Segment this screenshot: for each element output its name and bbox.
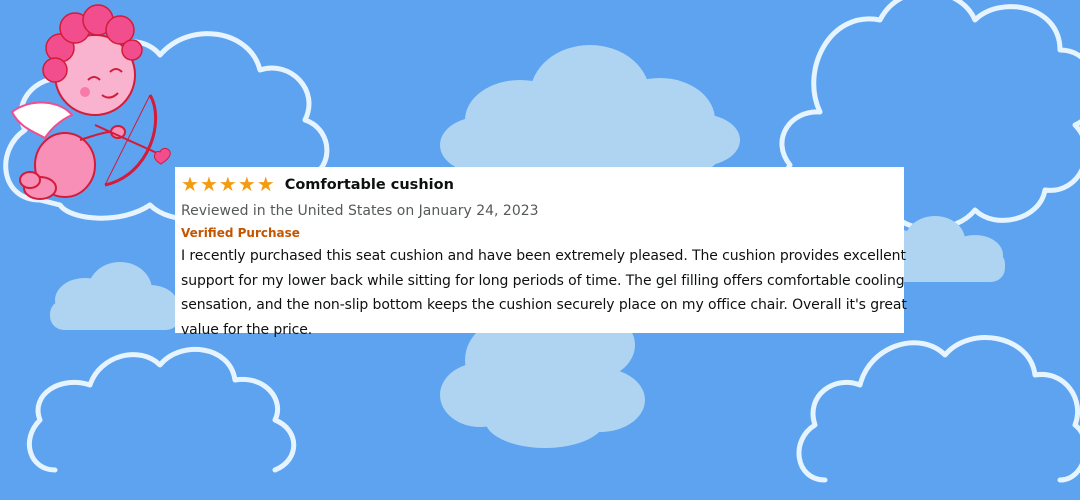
star-icon: ★	[237, 174, 256, 196]
cloud-filled-left	[50, 262, 180, 330]
review-body: I recently purchased this seat cushion a…	[181, 248, 907, 338]
star-rating: ★ ★ ★ ★ ★	[181, 175, 275, 195]
verified-purchase-badge: Verified Purchase	[181, 226, 300, 240]
cloud-outline-bottom-right	[796, 335, 1080, 483]
star-icon: ★	[256, 174, 275, 196]
arrow-heart-tip	[154, 147, 171, 165]
star-icon: ★	[199, 174, 218, 196]
review-header: ★ ★ ★ ★ ★ Comfortable cushion	[181, 172, 898, 198]
cupid-illustration	[10, 4, 171, 200]
cloud-filled-top-center	[440, 45, 740, 173]
review-title[interactable]: Comfortable cushion	[285, 177, 454, 193]
cloud-outline-bottom-left	[26, 347, 297, 473]
review-card: ★ ★ ★ ★ ★ Comfortable cushion Reviewed i…	[175, 167, 907, 338]
star-icon: ★	[181, 174, 199, 196]
star-icon: ★	[218, 174, 237, 196]
review-date: Reviewed in the United States on January…	[181, 203, 539, 219]
